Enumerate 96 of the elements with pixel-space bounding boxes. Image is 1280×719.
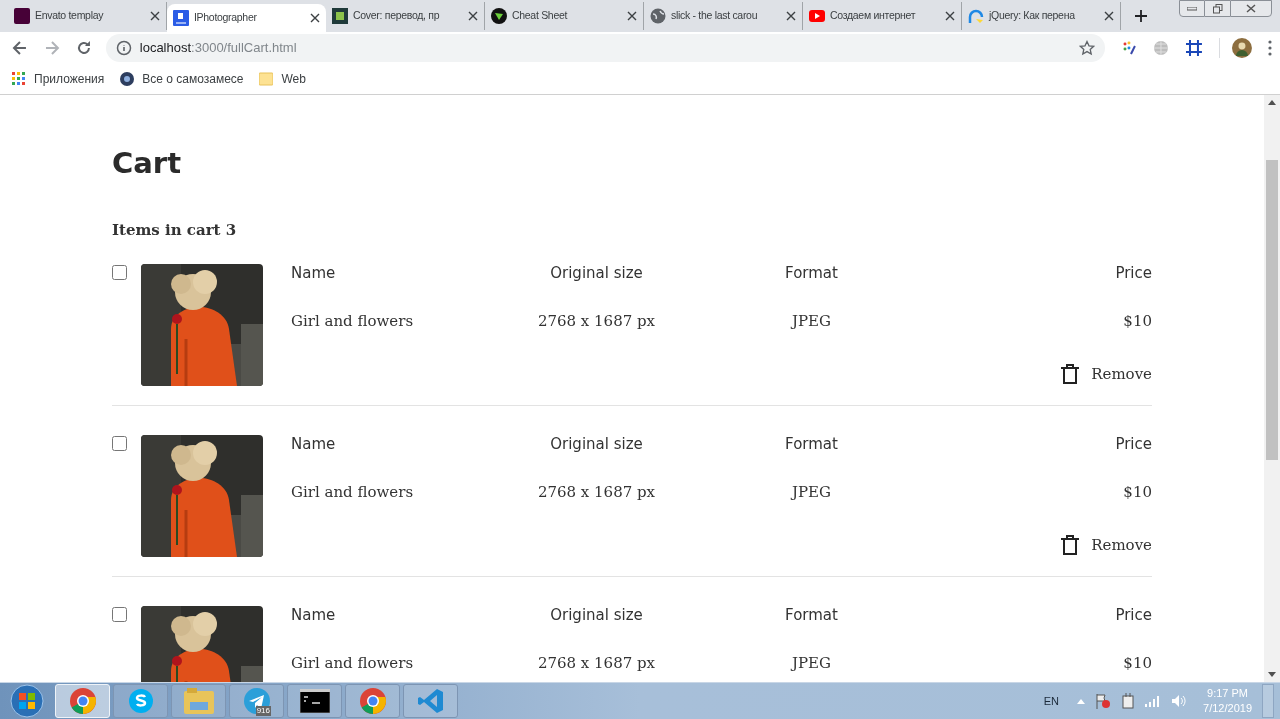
close-icon[interactable] — [945, 11, 955, 21]
tab-title: slick - the last carou — [671, 8, 758, 24]
item-format: JPEG — [789, 652, 832, 673]
flag-icon[interactable] — [1095, 693, 1112, 709]
info-icon[interactable] — [115, 40, 132, 56]
play-icon — [809, 10, 825, 22]
minimize-icon — [1187, 6, 1197, 11]
bookmark[interactable]: Web — [259, 70, 306, 88]
close-icon[interactable] — [468, 11, 478, 21]
browser-tab[interactable]: Создаем интернет — [803, 2, 962, 30]
item-format: JPEG — [789, 481, 832, 502]
close-icon[interactable] — [627, 11, 637, 21]
item-size: 2768 x 1687 px — [536, 481, 657, 502]
folder-icon — [259, 72, 274, 86]
item-checkbox[interactable] — [112, 435, 127, 451]
item-price: $10 — [1122, 481, 1152, 502]
item-name: Girl and flowers — [291, 652, 415, 673]
extension-icon[interactable] — [1121, 40, 1138, 56]
scrollbar-thumb[interactable] — [1266, 160, 1278, 460]
address-field[interactable]: localhost:3000/fullCart.html — [105, 34, 1106, 62]
new-tab-icon[interactable] — [1135, 10, 1147, 22]
item-checkbox[interactable] — [112, 264, 127, 280]
badge: 916 — [255, 706, 271, 716]
browser-tab[interactable]: jQuery: Как перена — [962, 2, 1121, 30]
star-icon[interactable] — [1079, 40, 1096, 56]
close-icon — [1246, 4, 1256, 13]
crop-icon[interactable] — [1185, 39, 1204, 57]
chrome-icon — [358, 687, 387, 715]
browser-tab[interactable]: IPhotographer — [167, 4, 326, 32]
column-header: Original size — [549, 605, 644, 624]
terminal-icon — [299, 689, 330, 713]
column-header: Original size — [549, 434, 644, 453]
square-icon — [332, 8, 348, 24]
apps-icon — [12, 72, 26, 86]
item-size: 2768 x 1687 px — [536, 652, 657, 673]
items-count: Items in cart 3 — [112, 220, 238, 241]
scroll-up-icon[interactable] — [1268, 100, 1276, 105]
column-header: Original size — [549, 263, 644, 282]
column-header: Format — [784, 434, 839, 453]
close-icon[interactable] — [1104, 11, 1114, 21]
globe-icon — [650, 8, 666, 24]
url-text: localhost:3000/fullCart.html — [139, 39, 297, 58]
arc-icon — [968, 8, 984, 24]
tab-title: Создаем интернет — [830, 8, 916, 24]
globe-icon — [120, 72, 135, 86]
remove-button[interactable]: Remove — [1061, 362, 1152, 385]
remove-button[interactable]: Remove — [1061, 533, 1152, 556]
close-icon[interactable] — [150, 11, 160, 21]
close-window-button[interactable] — [1230, 0, 1272, 17]
item-checkbox[interactable] — [112, 606, 127, 622]
bookmark[interactable]: Все о самозамесе — [120, 70, 244, 88]
item-name: Girl and flowers — [291, 310, 415, 331]
column-header: Price — [1114, 434, 1152, 453]
skype-icon — [126, 687, 155, 715]
chrome-icon — [68, 687, 97, 715]
column-header: Price — [1114, 605, 1152, 624]
folder-icon — [183, 688, 214, 714]
browser-tab[interactable]: Cheat Sheet — [485, 2, 644, 30]
scroll-down-icon[interactable] — [1268, 672, 1276, 677]
start-icon[interactable] — [8, 684, 46, 718]
column-header: Format — [784, 263, 839, 282]
item-size: 2768 x 1687 px — [536, 310, 657, 331]
item-price: $10 — [1122, 310, 1152, 331]
restore-icon — [1212, 3, 1223, 14]
tab-title: jQuery: Как перена — [989, 8, 1075, 24]
column-header: Name — [291, 263, 337, 282]
tab-title: Envato templay — [35, 8, 104, 24]
trash-icon — [1061, 363, 1080, 384]
browser-tab[interactable]: slick - the last carou — [644, 2, 803, 30]
column-header: Name — [291, 434, 337, 453]
item-price: $10 — [1122, 652, 1152, 673]
page-title: Cart — [112, 145, 183, 182]
item-name: Girl and flowers — [291, 481, 415, 502]
language-indicator[interactable]: EN — [1043, 692, 1060, 710]
column-header: Name — [291, 605, 337, 624]
tab-title: IPhotographer — [194, 10, 257, 26]
column-header: Price — [1114, 263, 1152, 282]
item-format: JPEG — [789, 310, 832, 331]
taskbar-app[interactable] — [287, 684, 342, 718]
browser-tab[interactable]: Cover: перевод, пр — [326, 2, 485, 30]
power-icon[interactable] — [1121, 693, 1136, 709]
code-editor-icon — [416, 687, 445, 715]
browser-tab[interactable]: Envato templay — [8, 2, 167, 30]
bookmark[interactable]: Приложения — [12, 70, 105, 88]
close-icon[interactable] — [786, 11, 796, 21]
column-header: Format — [784, 605, 839, 624]
menu-icon[interactable] — [1268, 40, 1272, 56]
avatar-icon[interactable] — [1232, 38, 1252, 58]
minimize-button[interactable] — [1179, 0, 1205, 17]
taskbar-app[interactable]: 916 — [229, 684, 284, 718]
close-icon[interactable] — [310, 13, 320, 23]
tab-title: Cover: перевод, пр — [353, 8, 440, 24]
trash-icon — [1061, 534, 1080, 555]
page-icon — [173, 10, 189, 26]
restore-button[interactable] — [1205, 0, 1230, 17]
tab-title: Cheat Sheet — [512, 8, 568, 24]
